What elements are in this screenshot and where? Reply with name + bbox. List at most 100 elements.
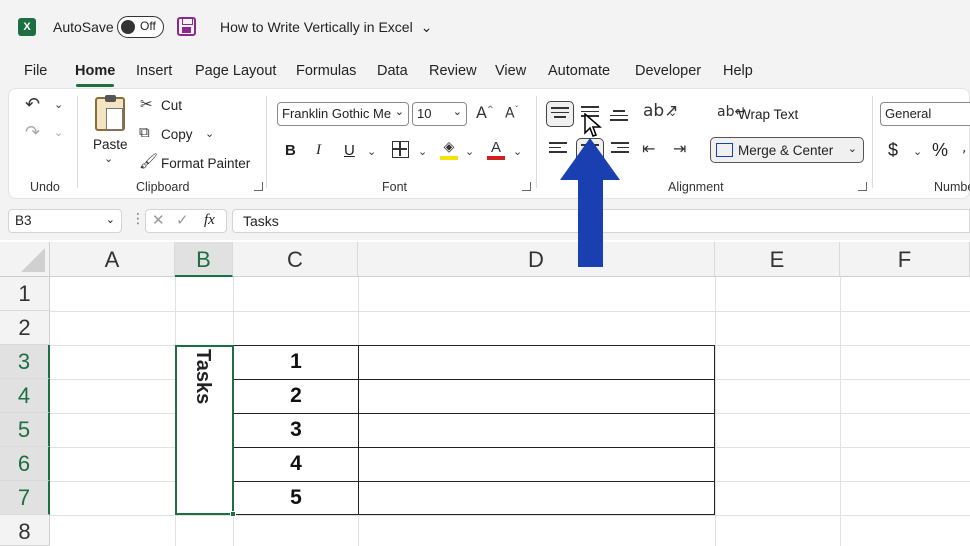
top-align-button[interactable] [546,101,574,127]
enter-icon[interactable]: ✓ [176,211,189,229]
save-icon[interactable] [177,17,196,36]
copy-icon[interactable]: ⧉ [139,123,150,141]
currency-button[interactable]: $ [888,140,898,161]
undo-dropdown-icon[interactable]: ⌄ [54,98,63,111]
number-group-label: Numbe [934,180,970,194]
underline-dropdown-icon[interactable]: ⌄ [367,145,376,158]
font-size-combo[interactable]: 10 ⌄ [412,102,467,126]
percent-button[interactable]: % [932,140,948,161]
gridline [50,515,970,516]
wrap-text-button[interactable]: Wrap Text [738,107,798,122]
borders-icon[interactable] [392,141,409,158]
orientation-dropdown-icon[interactable]: ⌄ [668,106,677,119]
row-header-8[interactable]: 8 [0,515,50,546]
copy-button[interactable]: Copy [161,127,193,142]
column-header-d[interactable]: D [358,242,715,277]
tab-data[interactable]: Data [377,63,408,79]
decrease-indent-icon[interactable]: ⇤ [642,139,655,158]
annotation-arrow-head [560,138,620,180]
tab-developer[interactable]: Developer [635,63,701,79]
currency-dropdown-icon[interactable]: ⌄ [913,145,922,158]
number-format-value: General [885,106,932,121]
cancel-icon[interactable]: ✕ [152,211,165,229]
format-painter-icon[interactable]: 🖌 [139,152,158,170]
format-painter-button[interactable]: Format Painter [161,156,250,171]
paste-dropdown-icon[interactable]: ⌄ [104,152,113,165]
name-box[interactable]: B3 ⌄ [8,209,122,233]
gridline [840,277,841,546]
underline-button[interactable]: U [344,142,355,159]
undo-icon[interactable]: ↶ [25,94,40,115]
cell-c4[interactable]: 2 [234,384,358,408]
tab-file[interactable]: File [24,63,47,79]
paste-button[interactable]: Paste [93,137,128,152]
column-header-e[interactable]: E [715,242,840,277]
cell-c6[interactable]: 4 [234,452,358,476]
redo-dropdown-icon[interactable]: ⌄ [54,126,63,139]
font-color-dropdown-icon[interactable]: ⌄ [513,145,522,158]
ribbon-separator [77,96,78,188]
font-size-value: 10 [417,106,432,121]
font-name-combo[interactable]: Franklin Gothic Me ⌄ [277,102,409,126]
tab-view[interactable]: View [495,63,526,79]
column-header-f[interactable]: F [840,242,970,277]
table-border [233,481,715,482]
alignment-group-label: Alignment [668,180,724,194]
row-header-2[interactable]: 2 [0,311,50,345]
font-launcher-icon[interactable] [522,182,531,191]
table-border [233,447,715,448]
alignment-launcher-icon[interactable] [858,182,867,191]
column-header-c[interactable]: C [233,242,358,277]
tab-page-layout[interactable]: Page Layout [195,63,276,79]
tab-home[interactable]: Home [75,63,115,79]
fill-color-icon[interactable]: ◈ [440,139,458,161]
increase-font-icon[interactable]: A^ [476,103,494,122]
tab-formulas[interactable]: Formulas [296,63,356,79]
top-align-icon [551,107,569,121]
cell-c7[interactable]: 5 [234,486,358,510]
increase-indent-icon[interactable]: ⇥ [673,139,686,158]
cell-c5[interactable]: 3 [234,418,358,442]
tab-review[interactable]: Review [429,63,477,79]
decrease-font-icon[interactable]: Aˇ [505,105,519,122]
row-header-6[interactable]: 6 [0,447,50,481]
merge-center-button[interactable]: Merge & Center ⌄ [710,137,864,163]
cut-icon[interactable]: ✂ [140,95,153,113]
ribbon-separator [536,96,537,188]
fill-handle[interactable] [230,511,236,517]
column-header-a[interactable]: A [50,242,175,277]
paste-icon[interactable] [95,95,125,131]
tab-insert[interactable]: Insert [136,63,172,79]
more-options-icon[interactable]: ⋮ [131,211,145,227]
bottom-align-button[interactable] [610,110,628,124]
number-format-combo[interactable]: General [880,102,970,126]
redo-icon[interactable]: ↷ [25,122,40,143]
comma-style-icon[interactable]: , [962,140,966,156]
formula-actions: ✕ ✓ fx [145,209,227,233]
row-header-7[interactable]: 7 [0,481,50,515]
insert-function-icon[interactable]: fx [204,212,215,229]
select-all-corner[interactable] [0,242,50,277]
row-header-3[interactable]: 3 [0,345,50,379]
font-color-icon[interactable]: A [487,139,505,161]
column-header-b[interactable]: B [175,242,233,277]
tab-help[interactable]: Help [723,63,753,79]
chevron-down-icon: ⌄ [105,214,115,226]
copy-dropdown-icon[interactable]: ⌄ [205,127,214,140]
row-header-5[interactable]: 5 [0,413,50,447]
clipboard-launcher-icon[interactable] [254,182,263,191]
fill-color-dropdown-icon[interactable]: ⌄ [465,145,474,158]
font-group-label: Font [382,180,408,194]
cell-c3[interactable]: 1 [234,350,358,374]
row-header-1[interactable]: 1 [0,277,50,311]
autosave-toggle[interactable]: Off [117,16,164,38]
document-title[interactable]: How to Write Vertically in Excel ⌄ [220,19,432,36]
borders-dropdown-icon[interactable]: ⌄ [418,145,427,158]
bold-button[interactable]: B [285,142,296,159]
merged-cell-b3[interactable]: Tasks [175,345,236,517]
row-header-4[interactable]: 4 [0,379,50,413]
italic-button[interactable]: I [316,142,321,159]
tab-automate[interactable]: Automate [548,63,610,79]
toggle-knob [121,20,135,34]
cut-button[interactable]: Cut [161,98,182,113]
